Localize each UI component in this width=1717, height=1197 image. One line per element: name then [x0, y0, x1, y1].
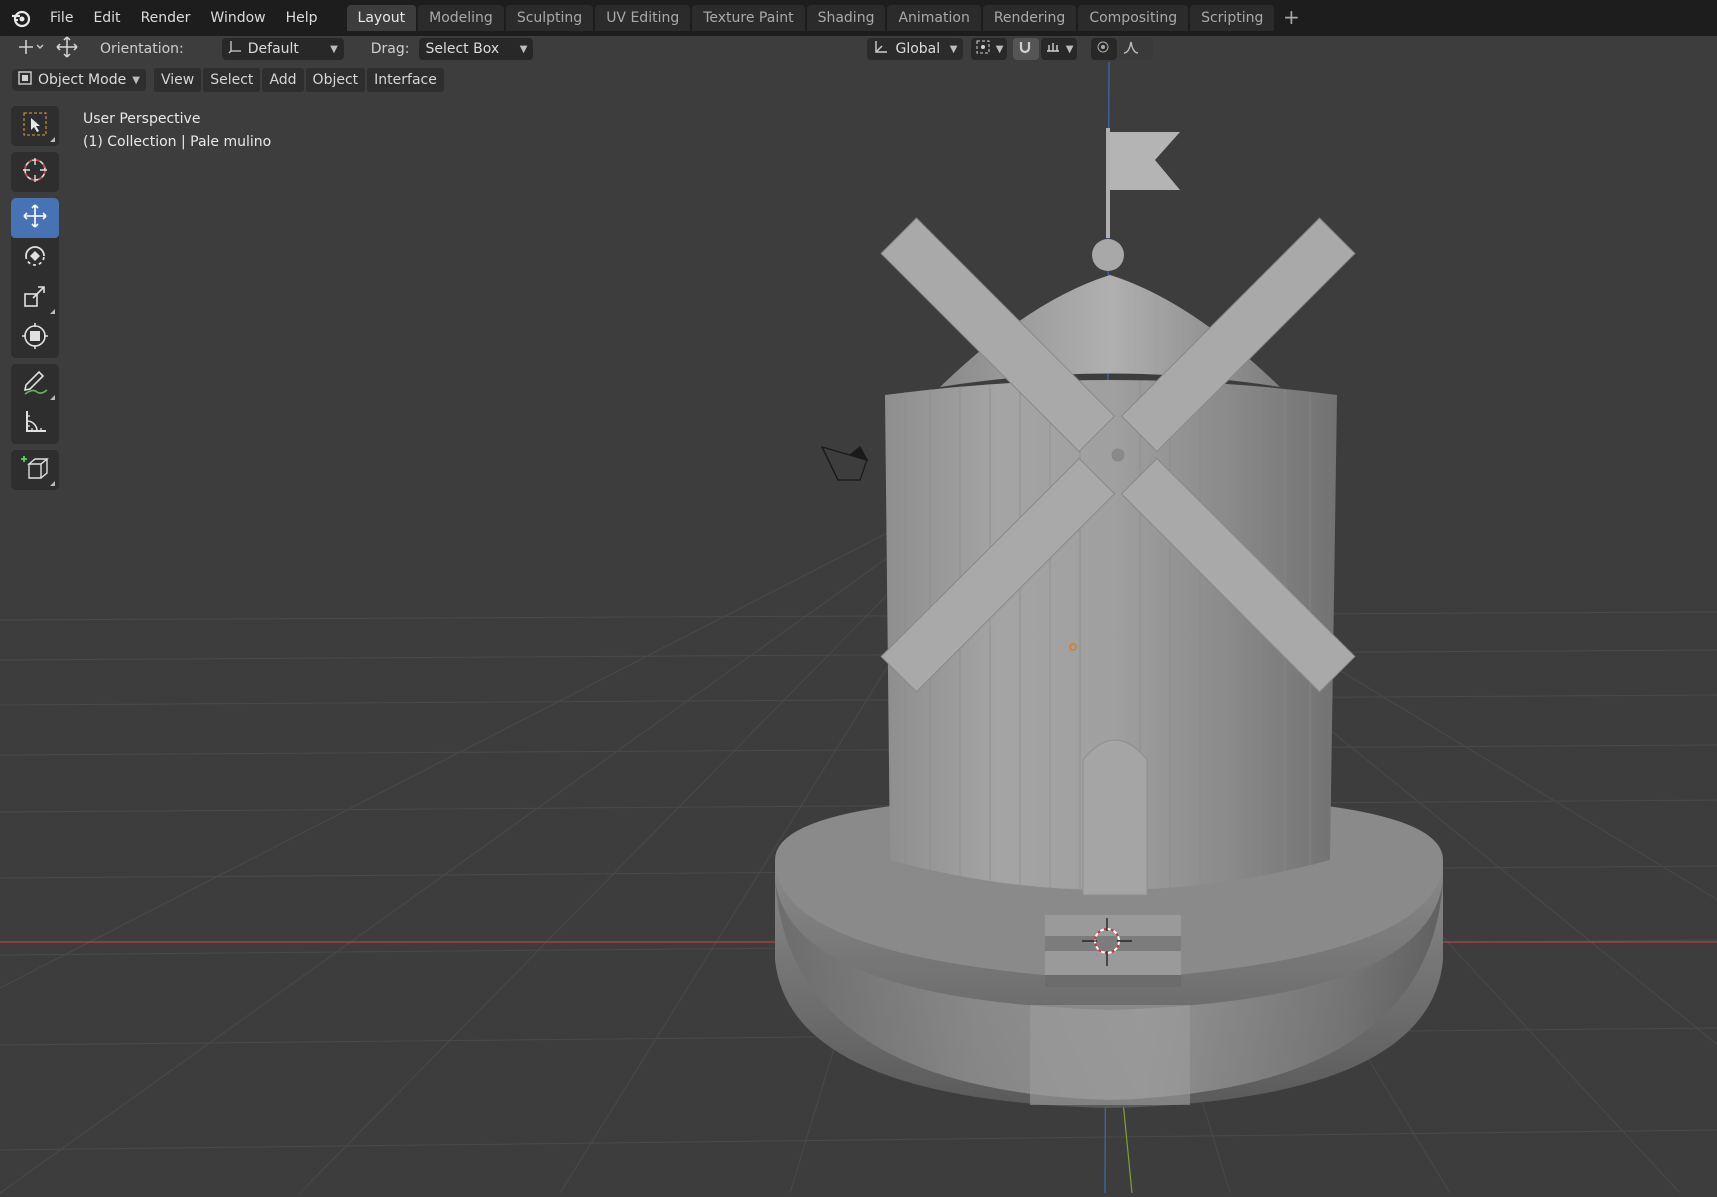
falloff-dropdown[interactable] — [1119, 38, 1154, 60]
chevron-down-icon: ▼ — [995, 43, 1004, 55]
snap-target-dropdown[interactable]: ▼ — [1041, 38, 1078, 60]
3d-viewport[interactable] — [0, 61, 1717, 1194]
tool-shelf — [10, 106, 60, 496]
tool-options-corner — [50, 481, 55, 486]
pivot-point-icon — [975, 39, 991, 59]
blender-logo-icon[interactable] — [10, 7, 32, 29]
3d-cursor-icon — [21, 156, 49, 188]
tool-options-corner — [50, 137, 55, 142]
top-bar: File Edit Render Window Help Layout Mode… — [0, 0, 1717, 36]
menu-edit[interactable]: Edit — [83, 4, 130, 32]
menu-window[interactable]: Window — [200, 4, 275, 32]
tab-layout[interactable]: Layout — [346, 5, 417, 31]
magnet-icon — [1017, 39, 1033, 59]
transform-axes-icon — [873, 39, 889, 59]
tool-cursor[interactable] — [11, 152, 59, 192]
tool-group-transform — [11, 198, 59, 358]
drag-dropdown[interactable]: Select Box ▼ — [419, 38, 534, 60]
rotate-icon — [21, 242, 49, 274]
add-cube-icon — [20, 453, 50, 487]
tool-measure[interactable] — [11, 404, 59, 444]
pencil-icon — [21, 368, 49, 400]
tab-shading[interactable]: Shading — [806, 5, 886, 31]
3d-scene[interactable] — [0, 61, 1717, 1194]
tab-rendering[interactable]: Rendering — [982, 5, 1077, 31]
move-icon — [21, 202, 49, 234]
viewport-menu-select[interactable]: Select — [203, 68, 261, 92]
orientation-dropdown[interactable]: Default ▼ — [221, 38, 344, 60]
viewport-menu-object[interactable]: Object — [305, 68, 366, 92]
chevron-down-icon: ▼ — [1065, 43, 1074, 55]
tool-group-select — [11, 106, 59, 146]
tab-animation[interactable]: Animation — [887, 5, 981, 31]
orientation-value: Default — [247, 41, 299, 57]
chevron-down-icon: ▼ — [519, 43, 528, 55]
tool-options-corner — [50, 395, 55, 400]
tab-sculpting[interactable]: Sculpting — [505, 5, 594, 31]
tool-select-dropdown[interactable] — [12, 37, 50, 61]
tool-settings-header: Orientation: Default ▼ Drag: Select Box … — [0, 36, 1717, 62]
tool-scale[interactable] — [11, 278, 59, 318]
view-name: User Perspective — [83, 111, 201, 127]
viewport-menu-interface[interactable]: Interface — [367, 68, 444, 92]
tool-rotate[interactable] — [11, 238, 59, 278]
viewport-menu-add[interactable]: Add — [262, 68, 304, 92]
drag-label: Drag: — [370, 41, 410, 57]
tool-move[interactable] — [11, 198, 59, 238]
transform-orientation-dropdown[interactable]: Global ▼ — [867, 38, 964, 60]
tool-options-corner — [50, 309, 55, 314]
tool-group-add — [11, 450, 59, 490]
proportional-editing-toggle[interactable] — [1091, 38, 1118, 60]
tab-texture-paint[interactable]: Texture Paint — [692, 5, 805, 31]
tab-scripting[interactable]: Scripting — [1190, 5, 1275, 31]
flag — [1110, 132, 1180, 190]
tool-group-annotate — [11, 364, 59, 444]
snap-toggle[interactable] — [1013, 38, 1040, 60]
drag-value: Select Box — [425, 41, 500, 57]
proportional-editing-icon — [1096, 40, 1110, 58]
tool-select-box[interactable] — [11, 106, 59, 146]
viewport-info: User Perspective (1) Collection | Pale m… — [83, 108, 271, 154]
tool-add-cube[interactable] — [11, 450, 59, 490]
tool-group-cursor — [11, 152, 59, 192]
tab-uv-editing[interactable]: UV Editing — [595, 5, 691, 31]
move-arrows-icon — [55, 35, 79, 63]
tool-annotate[interactable] — [11, 364, 59, 404]
viewport-menu-view[interactable]: View — [154, 68, 202, 92]
scale-icon — [21, 282, 49, 314]
camera-object — [820, 445, 869, 481]
ruler-icon — [21, 408, 49, 440]
chevron-down-icon: ▼ — [132, 74, 140, 86]
viewport-header: Object Mode ▼ View Select Add Object Int… — [0, 66, 1717, 94]
mode-value: Object Mode — [38, 72, 127, 88]
tool-transform[interactable] — [11, 318, 59, 358]
orientation-label: Orientation: — [100, 41, 184, 57]
menu-file[interactable]: File — [40, 4, 83, 32]
object-mode-icon — [18, 71, 32, 89]
pivot-point-dropdown[interactable]: ▼ — [971, 38, 1008, 60]
transform-orientation-value: Global — [895, 41, 941, 57]
workspace-tabs: Layout Modeling Sculpting UV Editing Tex… — [346, 5, 1303, 31]
tab-compositing[interactable]: Compositing — [1078, 5, 1189, 31]
chevron-down-icon: ▼ — [949, 43, 958, 55]
collection-info: (1) Collection | Pale mulino — [83, 134, 272, 150]
select-box-icon — [22, 111, 48, 141]
move-tool-indicator — [52, 35, 82, 63]
tab-modeling[interactable]: Modeling — [418, 5, 504, 31]
menu-render[interactable]: Render — [131, 4, 201, 32]
add-workspace-button[interactable]: + — [1280, 5, 1302, 31]
snap-increment-icon — [1045, 39, 1061, 59]
orientation-axes-icon — [228, 40, 242, 58]
transform-icon — [21, 322, 49, 354]
move-tool-small-icon — [16, 38, 46, 60]
chevron-down-icon: ▼ — [330, 43, 338, 55]
mode-dropdown[interactable]: Object Mode ▼ — [12, 69, 146, 91]
falloff-curve-icon — [1123, 39, 1139, 59]
menu-help[interactable]: Help — [276, 4, 328, 32]
